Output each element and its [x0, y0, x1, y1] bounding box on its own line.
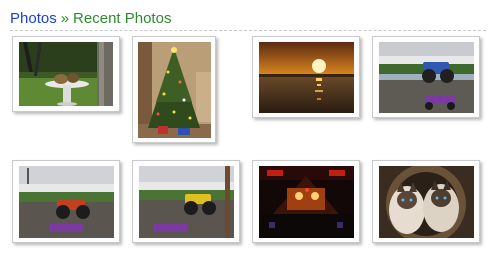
- monster-truck-crash-photo: [19, 166, 114, 238]
- sunset-photo: [259, 42, 354, 113]
- photo-thumbnail-monster-truck-jump[interactable]: [372, 36, 480, 118]
- bird-bath-photo: [19, 42, 113, 106]
- breadcrumb-current: Recent Photos: [73, 10, 172, 27]
- photo-thumbnail-monster-truck-crash[interactable]: [12, 160, 120, 243]
- monster-truck-yellow-photo: [139, 166, 234, 238]
- page-header: Photos» Recent Photos: [10, 9, 486, 29]
- siamese-cats-photo: [379, 166, 474, 238]
- photo-thumbnail-bird-bath[interactable]: [12, 36, 120, 112]
- photo-thumbnail-christmas-tree[interactable]: [132, 36, 216, 143]
- photo-thumbnail-concert[interactable]: [252, 160, 360, 243]
- breadcrumb-separator: »: [60, 10, 70, 27]
- header-divider: [10, 30, 486, 31]
- breadcrumb-photos-link[interactable]: Photos: [10, 10, 57, 27]
- monster-truck-jump-photo: [379, 42, 474, 113]
- photo-thumbnail-sunset[interactable]: [252, 36, 360, 118]
- photo-thumbnail-siamese-cats[interactable]: [372, 160, 480, 243]
- photo-thumbnail-monster-truck-yellow[interactable]: [132, 160, 240, 243]
- christmas-tree-photo: [138, 42, 211, 138]
- concert-stage-photo: [259, 166, 354, 238]
